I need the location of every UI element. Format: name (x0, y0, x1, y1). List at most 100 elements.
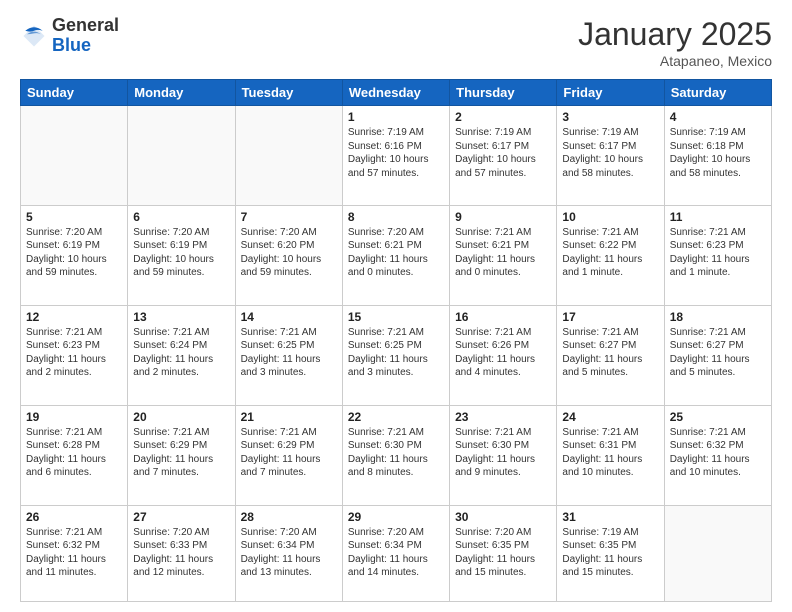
day-info: Sunrise: 7:21 AM Sunset: 6:25 PM Dayligh… (241, 326, 337, 380)
day-number: 19 (26, 410, 122, 424)
weekday-header-friday: Friday (557, 80, 664, 106)
day-number: 16 (455, 310, 551, 324)
calendar-cell: 19 Sunrise: 7:21 AM Sunset: 6:28 PM Dayli… (21, 405, 128, 505)
day-number: 29 (348, 510, 444, 524)
page: General Blue January 2025 Atapaneo, Mexi… (0, 0, 792, 612)
calendar-cell: 26 Sunrise: 7:21 AM Sunset: 6:32 PM Dayli… (21, 505, 128, 601)
calendar-cell: 28 Sunrise: 7:20 AM Sunset: 6:34 PM Dayli… (235, 505, 342, 601)
day-info: Sunrise: 7:19 AM Sunset: 6:35 PM Dayligh… (562, 526, 658, 580)
logo: General Blue (20, 16, 119, 56)
weekday-header-tuesday: Tuesday (235, 80, 342, 106)
day-number: 26 (26, 510, 122, 524)
calendar-cell: 9 Sunrise: 7:21 AM Sunset: 6:21 PM Daylig… (450, 205, 557, 305)
calendar-cell: 17 Sunrise: 7:21 AM Sunset: 6:27 PM Dayli… (557, 305, 664, 405)
day-number: 2 (455, 110, 551, 124)
calendar-cell: 16 Sunrise: 7:21 AM Sunset: 6:26 PM Dayli… (450, 305, 557, 405)
calendar-cell: 8 Sunrise: 7:20 AM Sunset: 6:21 PM Daylig… (342, 205, 449, 305)
day-info: Sunrise: 7:20 AM Sunset: 6:21 PM Dayligh… (348, 226, 444, 280)
calendar-cell: 21 Sunrise: 7:21 AM Sunset: 6:29 PM Dayli… (235, 405, 342, 505)
logo-general-text: General (52, 15, 119, 35)
day-info: Sunrise: 7:21 AM Sunset: 6:32 PM Dayligh… (26, 526, 122, 580)
day-number: 3 (562, 110, 658, 124)
day-info: Sunrise: 7:19 AM Sunset: 6:17 PM Dayligh… (562, 126, 658, 180)
calendar-cell: 10Sunrise: 7:21 AM Sunset: 6:22 PM Dayli… (557, 205, 664, 305)
calendar-cell (21, 106, 128, 206)
logo-icon (20, 22, 48, 50)
day-number: 31 (562, 510, 658, 524)
weekday-header-wednesday: Wednesday (342, 80, 449, 106)
calendar-cell: 2 Sunrise: 7:19 AM Sunset: 6:17 PM Daylig… (450, 106, 557, 206)
calendar-week-2: 5 Sunrise: 7:20 AM Sunset: 6:19 PM Daylig… (21, 205, 772, 305)
calendar-cell: 24Sunrise: 7:21 AM Sunset: 6:31 PM Dayli… (557, 405, 664, 505)
day-info: Sunrise: 7:20 AM Sunset: 6:19 PM Dayligh… (26, 226, 122, 280)
day-number: 6 (133, 210, 229, 224)
day-info: Sunrise: 7:21 AM Sunset: 6:21 PM Dayligh… (455, 226, 551, 280)
calendar-cell: 7Sunrise: 7:20 AM Sunset: 6:20 PM Daylig… (235, 205, 342, 305)
logo-text: General Blue (52, 16, 119, 56)
day-info: Sunrise: 7:21 AM Sunset: 6:23 PM Dayligh… (670, 226, 766, 280)
weekday-header-saturday: Saturday (664, 80, 771, 106)
calendar-cell: 11 Sunrise: 7:21 AM Sunset: 6:23 PM Dayli… (664, 205, 771, 305)
day-info: Sunrise: 7:20 AM Sunset: 6:34 PM Dayligh… (348, 526, 444, 580)
day-number: 5 (26, 210, 122, 224)
calendar-cell: 12Sunrise: 7:21 AM Sunset: 6:23 PM Dayli… (21, 305, 128, 405)
day-number: 7 (241, 210, 337, 224)
day-info: Sunrise: 7:21 AM Sunset: 6:25 PM Dayligh… (348, 326, 444, 380)
calendar-header-row: SundayMondayTuesdayWednesdayThursdayFrid… (21, 80, 772, 106)
day-number: 14 (241, 310, 337, 324)
calendar-cell: 5 Sunrise: 7:20 AM Sunset: 6:19 PM Daylig… (21, 205, 128, 305)
calendar-week-3: 12Sunrise: 7:21 AM Sunset: 6:23 PM Dayli… (21, 305, 772, 405)
calendar-cell (664, 505, 771, 601)
weekday-header-sunday: Sunday (21, 80, 128, 106)
day-info: Sunrise: 7:21 AM Sunset: 6:22 PM Dayligh… (562, 226, 658, 280)
day-number: 1 (348, 110, 444, 124)
day-number: 20 (133, 410, 229, 424)
day-number: 9 (455, 210, 551, 224)
day-info: Sunrise: 7:20 AM Sunset: 6:34 PM Dayligh… (241, 526, 337, 580)
day-info: Sunrise: 7:21 AM Sunset: 6:27 PM Dayligh… (562, 326, 658, 380)
calendar-cell: 27Sunrise: 7:20 AM Sunset: 6:33 PM Dayli… (128, 505, 235, 601)
calendar-cell (235, 106, 342, 206)
day-number: 21 (241, 410, 337, 424)
calendar-cell: 4 Sunrise: 7:19 AM Sunset: 6:18 PM Daylig… (664, 106, 771, 206)
day-info: Sunrise: 7:21 AM Sunset: 6:24 PM Dayligh… (133, 326, 229, 380)
day-number: 27 (133, 510, 229, 524)
day-number: 11 (670, 210, 766, 224)
day-number: 23 (455, 410, 551, 424)
day-info: Sunrise: 7:21 AM Sunset: 6:28 PM Dayligh… (26, 426, 122, 480)
day-info: Sunrise: 7:19 AM Sunset: 6:16 PM Dayligh… (348, 126, 444, 180)
day-number: 8 (348, 210, 444, 224)
day-info: Sunrise: 7:21 AM Sunset: 6:23 PM Dayligh… (26, 326, 122, 380)
weekday-header-thursday: Thursday (450, 80, 557, 106)
calendar-cell: 29 Sunrise: 7:20 AM Sunset: 6:34 PM Dayli… (342, 505, 449, 601)
day-number: 25 (670, 410, 766, 424)
calendar-week-4: 19 Sunrise: 7:21 AM Sunset: 6:28 PM Dayli… (21, 405, 772, 505)
calendar-cell: 18Sunrise: 7:21 AM Sunset: 6:27 PM Dayli… (664, 305, 771, 405)
calendar-cell: 15 Sunrise: 7:21 AM Sunset: 6:25 PM Dayli… (342, 305, 449, 405)
day-info: Sunrise: 7:21 AM Sunset: 6:27 PM Dayligh… (670, 326, 766, 380)
day-info: Sunrise: 7:21 AM Sunset: 6:26 PM Dayligh… (455, 326, 551, 380)
day-number: 24 (562, 410, 658, 424)
calendar-cell: 22Sunrise: 7:21 AM Sunset: 6:30 PM Dayli… (342, 405, 449, 505)
day-number: 17 (562, 310, 658, 324)
calendar-cell (128, 106, 235, 206)
calendar-week-1: 1 Sunrise: 7:19 AM Sunset: 6:16 PM Daylig… (21, 106, 772, 206)
calendar-cell: 1 Sunrise: 7:19 AM Sunset: 6:16 PM Daylig… (342, 106, 449, 206)
calendar-cell: 14 Sunrise: 7:21 AM Sunset: 6:25 PM Dayli… (235, 305, 342, 405)
weekday-header-monday: Monday (128, 80, 235, 106)
day-number: 4 (670, 110, 766, 124)
calendar-cell: 30Sunrise: 7:20 AM Sunset: 6:35 PM Dayli… (450, 505, 557, 601)
title-block: January 2025 Atapaneo, Mexico (578, 16, 772, 69)
month-title: January 2025 (578, 16, 772, 53)
day-info: Sunrise: 7:21 AM Sunset: 6:29 PM Dayligh… (241, 426, 337, 480)
day-info: Sunrise: 7:21 AM Sunset: 6:30 PM Dayligh… (455, 426, 551, 480)
day-info: Sunrise: 7:19 AM Sunset: 6:17 PM Dayligh… (455, 126, 551, 180)
header: General Blue January 2025 Atapaneo, Mexi… (20, 16, 772, 69)
day-info: Sunrise: 7:21 AM Sunset: 6:29 PM Dayligh… (133, 426, 229, 480)
calendar-week-5: 26 Sunrise: 7:21 AM Sunset: 6:32 PM Dayli… (21, 505, 772, 601)
calendar-cell: 25Sunrise: 7:21 AM Sunset: 6:32 PM Dayli… (664, 405, 771, 505)
calendar-cell: 13Sunrise: 7:21 AM Sunset: 6:24 PM Dayli… (128, 305, 235, 405)
day-number: 28 (241, 510, 337, 524)
day-info: Sunrise: 7:19 AM Sunset: 6:18 PM Dayligh… (670, 126, 766, 180)
day-number: 15 (348, 310, 444, 324)
